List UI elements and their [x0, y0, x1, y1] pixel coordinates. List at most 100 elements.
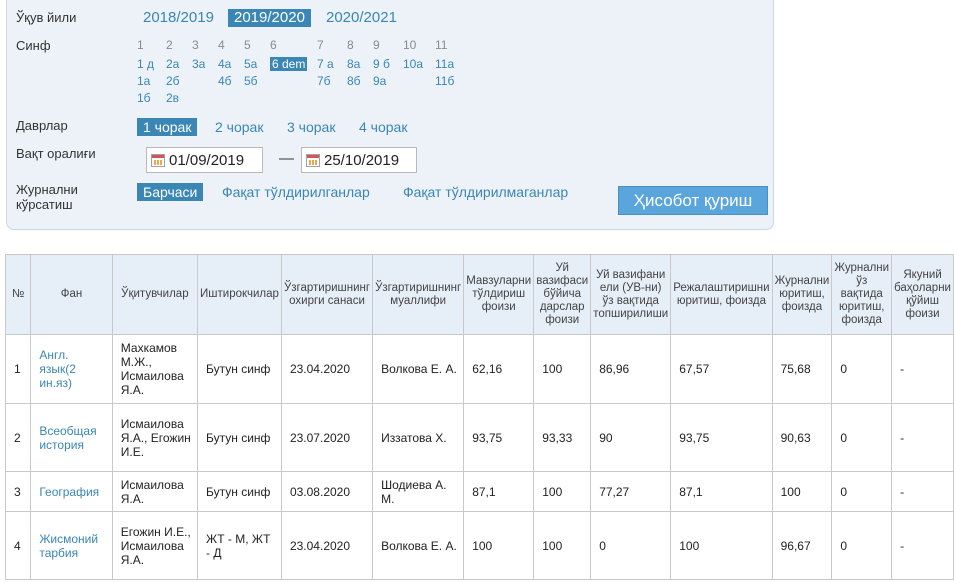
quarter-3-tab[interactable]: 3 чорак	[287, 118, 335, 136]
journal-label-line1: Журнални	[16, 182, 78, 197]
class-link[interactable]: 11а	[435, 57, 454, 71]
planning-cell: 100	[670, 511, 773, 580]
journal-label-line2: кўрсатиш	[16, 197, 73, 212]
teachers-cell: Исмаилова Я.А., Егожин И.Е.	[111, 403, 199, 472]
subject-link[interactable]: География	[30, 471, 113, 512]
hw-ontime-cell: 77,27	[590, 471, 672, 512]
col-header-journal-ontime: Журнални ўз вақтида юритиш, фоизда	[831, 254, 893, 335]
hw-lessons-cell: 100	[533, 511, 592, 580]
grade-7: 7	[317, 38, 324, 52]
table-row: 2 Всеобщая история Исмаилова Я.А., Егожи…	[4, 403, 954, 472]
journal-option-unfilled[interactable]: Фақат тўлдирилмаганлар	[403, 183, 568, 201]
date-cell: 03.08.2020	[280, 471, 374, 512]
build-report-button[interactable]: Ҳисобот қуриш	[618, 186, 768, 215]
year-label: Ўқув йили	[16, 10, 77, 25]
date-separator: —	[279, 150, 294, 167]
row-number: 3	[4, 471, 32, 512]
class-link-selected[interactable]: 6 dem	[270, 57, 308, 71]
class-link[interactable]: 1а	[137, 74, 150, 88]
table-header-row: № Фан Ўқитувчилар Иштирокчилар Ўзгартири…	[4, 254, 954, 335]
quarter-2-tab[interactable]: 2 чорак	[215, 118, 263, 136]
teachers-cell: Исмаилова Я.А.	[111, 471, 199, 512]
class-link[interactable]: 4б	[218, 74, 232, 88]
date-to-value: 25/10/2019	[324, 151, 400, 169]
topics-cell: 62,16	[463, 334, 535, 404]
report-table: № Фан Ўқитувчилар Иштирокчилар Ўзгартири…	[4, 254, 954, 580]
subject-link[interactable]: Всеобщая история	[30, 403, 113, 472]
class-link[interactable]: 10а	[403, 57, 423, 71]
grade-11: 11	[435, 38, 448, 52]
col-header-number: №	[4, 254, 32, 335]
grade-1: 1	[137, 38, 144, 52]
journal-option-all[interactable]: Барчаси	[137, 183, 204, 201]
class-link[interactable]: 5а	[244, 57, 257, 71]
calendar-icon[interactable]	[306, 153, 320, 167]
table-row: 3 География Исмаилова Я.А. Бутун синф 03…	[4, 471, 954, 512]
teachers-cell: Махкамов М.Ж., Исмаилова Я.А.	[111, 334, 199, 404]
table-row: 4 Жисмоний тарбия Егожин И.Е., Исмаилова…	[4, 511, 954, 580]
date-cell: 23.07.2020	[280, 403, 374, 472]
year-option-2020-2021[interactable]: 2020/2021	[326, 9, 397, 27]
topics-cell: 87,1	[463, 471, 535, 512]
col-header-hw-lessons-percent: Уй вазифаси бўйича дарслар фоизи	[533, 254, 592, 335]
row-number: 4	[4, 511, 32, 580]
table-row: 1 Англ. язык(2 ин.яз) Махкамов М.Ж., Исм…	[4, 334, 954, 404]
time-range-label: Вақт оралиғи	[16, 146, 96, 161]
grade-5: 5	[244, 38, 251, 52]
class-link[interactable]: 1 д	[137, 57, 154, 71]
filter-panel: Ўқув йили 2018/2019 2019/2020 2020/2021 …	[6, 0, 774, 230]
row-number: 1	[4, 334, 32, 404]
col-header-change-author: Ўзгартиришнинг муаллифи	[372, 254, 465, 335]
author-cell: Волкова Е. А.	[372, 511, 465, 580]
class-link[interactable]: 8а	[347, 57, 360, 71]
participants-cell: Бутун синф	[197, 334, 282, 404]
class-link[interactable]: 2в	[166, 91, 179, 105]
journal-option-filled[interactable]: Фақат тўлдирилганлар	[222, 183, 370, 201]
journal-cell: 90,63	[771, 403, 833, 472]
date-from-input[interactable]: 01/09/2019	[146, 147, 263, 173]
journal-ontime-cell: 0	[831, 511, 893, 580]
class-link[interactable]: 11б	[435, 74, 454, 88]
hw-ontime-cell: 0	[590, 511, 672, 580]
year-option-2019-2020[interactable]: 2019/2020	[228, 9, 311, 27]
col-header-journal: Журнални юритиш, фоизда	[771, 254, 833, 335]
date-from-value: 01/09/2019	[169, 151, 245, 169]
grade-9: 9	[373, 38, 380, 52]
author-cell: Волкова Е. А.	[372, 334, 465, 404]
class-link[interactable]: 8б	[347, 74, 361, 88]
hw-ontime-cell: 90	[590, 403, 672, 472]
grade-6: 6	[270, 38, 277, 52]
grade-8: 8	[347, 38, 354, 52]
row-number: 2	[4, 403, 32, 472]
planning-cell: 87,1	[670, 471, 773, 512]
class-link[interactable]: 9 б	[373, 57, 390, 71]
class-link[interactable]: 2б	[166, 74, 180, 88]
col-header-final-grades: Якуний баҳоларни қўйиш фоизи	[891, 254, 954, 335]
subject-link[interactable]: Жисмоний тарбия	[30, 511, 113, 580]
hw-lessons-cell: 93,33	[533, 403, 592, 472]
class-link[interactable]: 5б	[244, 74, 258, 88]
quarter-4-tab[interactable]: 4 чорак	[359, 118, 407, 136]
class-link[interactable]: 7б	[317, 74, 331, 88]
col-header-teachers: Ўқитувчилар	[111, 254, 199, 335]
class-link[interactable]: 7 а	[317, 57, 334, 71]
grade-4: 4	[218, 38, 225, 52]
col-header-planning: Режалаштиришни юритиш, фоизда	[670, 254, 773, 335]
final-grades-cell: -	[891, 511, 954, 580]
class-link[interactable]: 2а	[166, 57, 179, 71]
journal-cell: 96,67	[771, 511, 833, 580]
author-cell: Шодиева А. М.	[372, 471, 465, 512]
class-link[interactable]: 1б	[137, 91, 151, 105]
journal-cell: 100	[771, 471, 833, 512]
grade-3: 3	[192, 38, 199, 52]
subject-link[interactable]: Англ. язык(2 ин.яз)	[30, 334, 113, 404]
date-to-input[interactable]: 25/10/2019	[301, 147, 417, 173]
class-link[interactable]: 4а	[218, 57, 231, 71]
calendar-icon[interactable]	[151, 153, 165, 167]
year-option-2018-2019[interactable]: 2018/2019	[143, 9, 214, 27]
class-link[interactable]: 3а	[192, 57, 205, 71]
quarter-1-tab[interactable]: 1 чорак	[137, 118, 198, 136]
col-header-participants: Иштирокчилар	[197, 254, 282, 335]
class-link[interactable]: 9а	[373, 74, 386, 88]
col-header-subject: Фан	[30, 254, 113, 335]
